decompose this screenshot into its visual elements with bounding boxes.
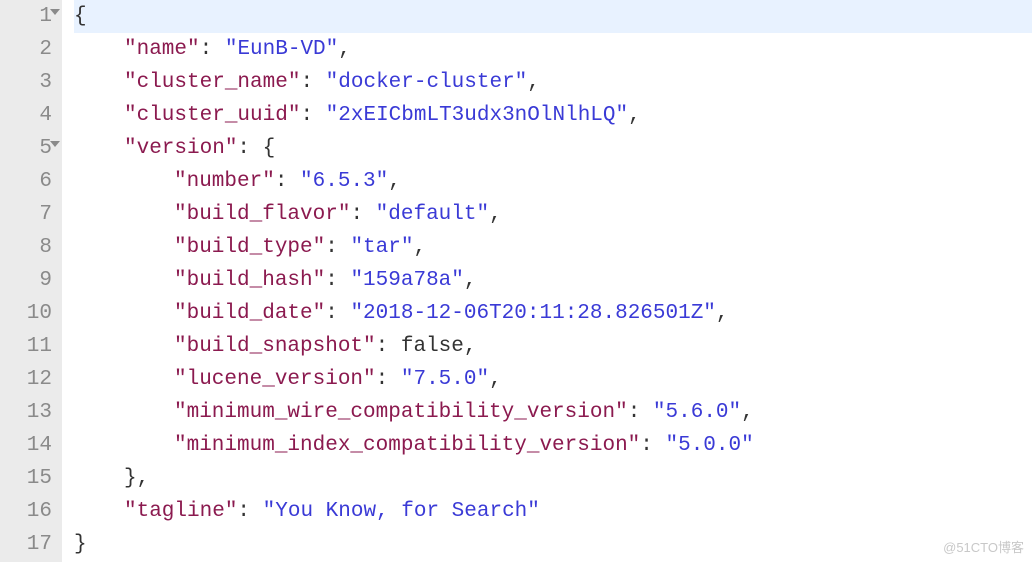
code-token: :: [237, 500, 262, 523]
code-token: "minimum_wire_compatibility_version": [174, 401, 628, 424]
code-token: "tagline": [124, 500, 237, 523]
code-token: ,: [741, 401, 754, 424]
code-line[interactable]: "build_date": "2018-12-06T20:11:28.82650…: [74, 297, 1032, 330]
line-number: 11: [0, 330, 52, 363]
code-token: "build_snapshot": [174, 335, 376, 358]
code-token: :: [350, 203, 375, 226]
line-number: 8: [0, 231, 52, 264]
line-number: 6: [0, 165, 52, 198]
code-token: "5.0.0": [666, 434, 754, 457]
code-token: "default": [376, 203, 489, 226]
code-token: ,: [489, 203, 502, 226]
code-token: :: [300, 104, 325, 127]
code-token: "build_type": [174, 236, 325, 259]
code-token: :: [640, 434, 665, 457]
code-token: "You Know, for Search": [263, 500, 540, 523]
code-token: :: [300, 71, 325, 94]
line-number: 1: [0, 0, 52, 33]
code-token: "cluster_uuid": [124, 104, 300, 127]
code-token: ,: [413, 236, 426, 259]
code-token: "2018-12-06T20:11:28.826501Z": [350, 302, 715, 325]
code-token: "7.5.0": [401, 368, 489, 391]
line-number: 5: [0, 132, 52, 165]
line-number-gutter: 1234567891011121314151617: [0, 0, 62, 562]
code-token: ,: [527, 71, 540, 94]
code-line[interactable]: },: [74, 462, 1032, 495]
code-token: ,: [628, 104, 641, 127]
line-number: 16: [0, 495, 52, 528]
line-number: 7: [0, 198, 52, 231]
code-token: ,: [464, 335, 477, 358]
code-token: :: [376, 335, 401, 358]
code-token: }: [74, 533, 87, 556]
line-number: 13: [0, 396, 52, 429]
line-number: 2: [0, 33, 52, 66]
code-token: "name": [124, 38, 200, 61]
line-number: 12: [0, 363, 52, 396]
code-line[interactable]: "minimum_index_compatibility_version": "…: [74, 429, 1032, 462]
code-token: "lucene_version": [174, 368, 376, 391]
line-number: 9: [0, 264, 52, 297]
code-token: :: [275, 170, 300, 193]
code-line[interactable]: "number": "6.5.3",: [74, 165, 1032, 198]
code-line[interactable]: "lucene_version": "7.5.0",: [74, 363, 1032, 396]
code-token: :: [325, 302, 350, 325]
code-token: "build_date": [174, 302, 325, 325]
code-token: ,: [489, 368, 502, 391]
code-token: "docker-cluster": [326, 71, 528, 94]
code-line[interactable]: "name": "EunB-VD",: [74, 33, 1032, 66]
code-token: :: [325, 236, 350, 259]
code-token: "EunB-VD": [225, 38, 338, 61]
code-token: "build_flavor": [174, 203, 350, 226]
line-number: 3: [0, 66, 52, 99]
code-token: ,: [464, 269, 477, 292]
code-line[interactable]: }: [74, 528, 1032, 561]
code-token: "tar": [350, 236, 413, 259]
code-token: "5.6.0": [653, 401, 741, 424]
code-token: ,: [388, 170, 401, 193]
code-token: "build_hash": [174, 269, 325, 292]
code-line[interactable]: "cluster_uuid": "2xEICbmLT3udx3nOlNlhLQ"…: [74, 99, 1032, 132]
code-area[interactable]: {"name": "EunB-VD","cluster_name": "dock…: [62, 0, 1032, 562]
code-token: :: [325, 269, 350, 292]
code-token: "159a78a": [350, 269, 463, 292]
code-token: "6.5.3": [300, 170, 388, 193]
code-token: : {: [237, 137, 275, 160]
line-number: 4: [0, 99, 52, 132]
code-token: },: [124, 467, 149, 490]
code-token: "2xEICbmLT3udx3nOlNlhLQ": [326, 104, 628, 127]
line-number: 14: [0, 429, 52, 462]
fold-toggle-icon[interactable]: [50, 9, 60, 15]
code-token: "version": [124, 137, 237, 160]
line-number: 15: [0, 462, 52, 495]
line-number: 17: [0, 528, 52, 561]
code-token: "number": [174, 170, 275, 193]
code-line[interactable]: {: [74, 0, 1032, 33]
code-line[interactable]: "version": {: [74, 132, 1032, 165]
code-token: {: [74, 5, 87, 28]
code-line[interactable]: "tagline": "You Know, for Search": [74, 495, 1032, 528]
code-token: false: [401, 335, 464, 358]
code-token: ,: [716, 302, 729, 325]
code-editor: 1234567891011121314151617 {"name": "EunB…: [0, 0, 1032, 562]
code-token: "cluster_name": [124, 71, 300, 94]
code-line[interactable]: "build_type": "tar",: [74, 231, 1032, 264]
code-token: :: [200, 38, 225, 61]
code-token: :: [376, 368, 401, 391]
code-line[interactable]: "minimum_wire_compatibility_version": "5…: [74, 396, 1032, 429]
line-number: 10: [0, 297, 52, 330]
code-line[interactable]: "build_hash": "159a78a",: [74, 264, 1032, 297]
code-line[interactable]: "cluster_name": "docker-cluster",: [74, 66, 1032, 99]
code-token: :: [628, 401, 653, 424]
code-line[interactable]: "build_snapshot": false,: [74, 330, 1032, 363]
fold-toggle-icon[interactable]: [50, 141, 60, 147]
code-line[interactable]: "build_flavor": "default",: [74, 198, 1032, 231]
code-token: "minimum_index_compatibility_version": [174, 434, 640, 457]
code-token: ,: [338, 38, 351, 61]
watermark-text: @51CTO博客: [943, 537, 1024, 556]
